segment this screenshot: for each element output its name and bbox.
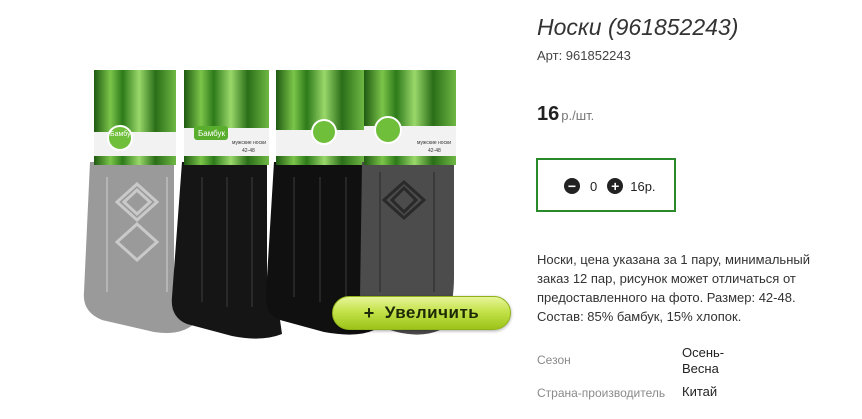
svg-text:42-48: 42-48 xyxy=(242,148,255,154)
quantity-selector: − 0 + 16р. xyxy=(536,158,676,212)
attribute-value: Китай xyxy=(682,384,718,399)
svg-text:Бамбук: Бамбук xyxy=(110,130,135,138)
quantity-value[interactable]: 0 xyxy=(590,179,597,194)
plus-icon: + xyxy=(363,302,375,323)
quantity-sum: 16р. xyxy=(630,178,656,194)
plus-circle-icon[interactable]: + xyxy=(607,178,624,194)
attribute-label: Страна-производитель xyxy=(537,386,666,400)
minus-circle-icon[interactable]: − xyxy=(564,178,580,194)
attribute-label: Сезон xyxy=(537,353,571,367)
svg-text:Бамбук: Бамбук xyxy=(198,129,226,138)
svg-text:мужские носки: мужские носки xyxy=(417,140,451,146)
svg-text:42-48: 42-48 xyxy=(428,148,441,154)
price-value: 16 xyxy=(537,103,560,125)
product-price: 16 р./шт. xyxy=(537,103,594,126)
product-description: Носки, цена указана за 1 пару, минимальн… xyxy=(537,252,810,324)
zoom-button-label: Увеличить xyxy=(384,303,480,322)
product-title: Носки (961852243) xyxy=(537,14,739,40)
svg-text:мужские носки: мужские носки xyxy=(232,140,266,146)
product-sku: Арт: 961852243 xyxy=(537,48,631,63)
sock-black-1: Бамбук мужские носки 42-48 xyxy=(171,70,282,339)
sock-dark-grey: мужские носки 42-48 xyxy=(359,70,456,335)
attribute-value: Осень-Весна xyxy=(682,345,725,376)
sock-black-2 xyxy=(265,70,374,335)
price-unit: р./шт. xyxy=(561,108,595,123)
zoom-button[interactable]: + Увеличить xyxy=(332,296,511,330)
